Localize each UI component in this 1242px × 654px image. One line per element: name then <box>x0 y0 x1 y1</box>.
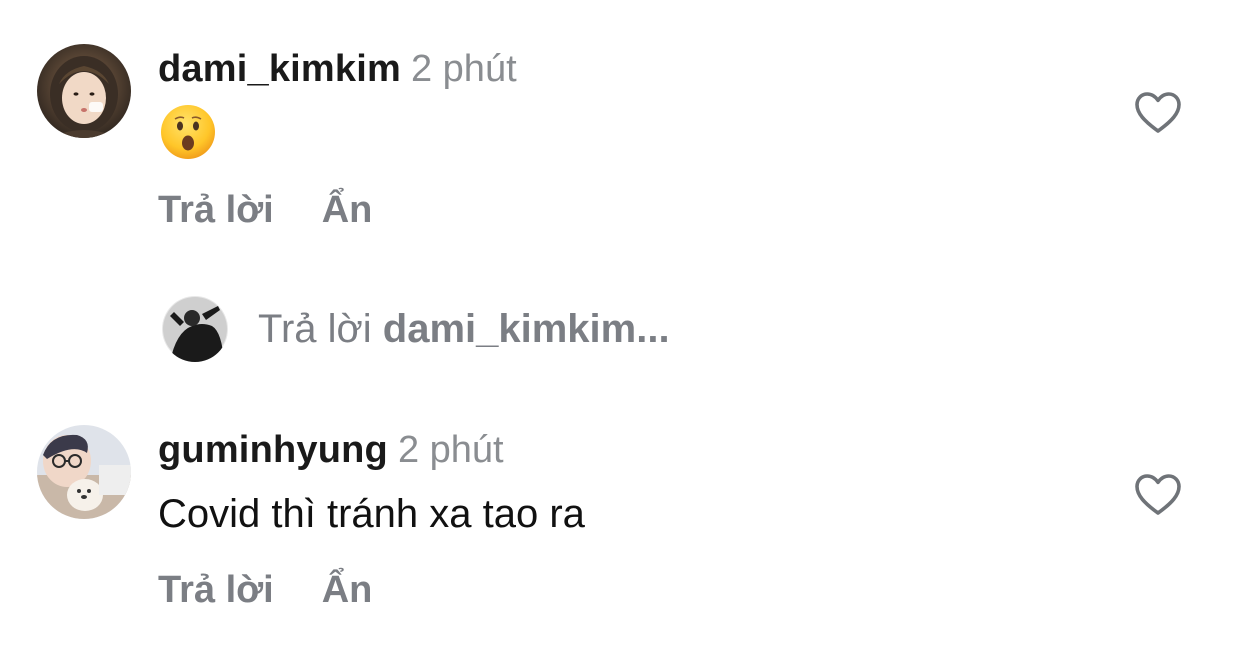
reply-prompt-prefix: Trả lời <box>258 307 372 351</box>
hide-button[interactable]: Ẩn <box>322 188 373 232</box>
comment-header: dami_kimkim 2 phút <box>158 47 517 91</box>
avatar[interactable] <box>37 425 131 519</box>
avatar[interactable] <box>37 44 131 138</box>
reply-button[interactable]: Trả lời <box>158 188 274 232</box>
face-with-open-mouth-emoji <box>160 104 216 160</box>
comment-text: Covid thì tránh xa tao ra <box>158 492 585 536</box>
comment-timestamp: 2 phút <box>397 429 504 471</box>
comment-username[interactable]: guminhyung <box>158 429 388 471</box>
reply-prompt-username: dami_kimkim... <box>382 307 670 351</box>
hide-button[interactable]: Ẩn <box>322 568 373 612</box>
comment-actions: Trả lời Ẩn <box>158 568 372 612</box>
avatar-photo <box>37 44 131 138</box>
avatar-photo <box>37 425 131 519</box>
comment-username[interactable]: dami_kimkim <box>158 48 401 90</box>
comment-actions: Trả lời Ẩn <box>158 188 372 232</box>
heart-outline-icon[interactable] <box>1134 91 1182 135</box>
heart-outline-icon[interactable] <box>1134 473 1182 517</box>
reply-button[interactable]: Trả lời <box>158 568 274 612</box>
avatar-photo <box>162 296 228 362</box>
reply-prompt: Trả lời dami_kimkim... <box>258 305 670 353</box>
reply-avatar <box>162 296 228 362</box>
comment-timestamp: 2 phút <box>410 48 517 90</box>
comment-header: guminhyung 2 phút <box>158 428 504 472</box>
